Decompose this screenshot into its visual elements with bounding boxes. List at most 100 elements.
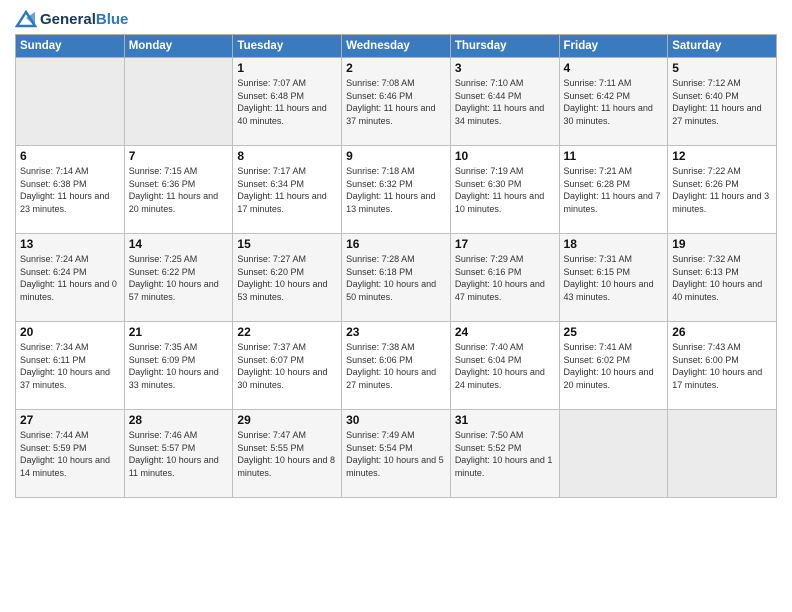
day-info: Sunrise: 7:32 AM Sunset: 6:13 PM Dayligh… xyxy=(672,253,772,303)
calendar-week-1: 1 Sunrise: 7:07 AM Sunset: 6:48 PM Daylig… xyxy=(16,58,777,146)
calendar-cell xyxy=(16,58,125,146)
weekday-header-friday: Friday xyxy=(559,35,668,58)
day-info: Sunrise: 7:27 AM Sunset: 6:20 PM Dayligh… xyxy=(237,253,337,303)
page: GeneralBlue SundayMondayTuesdayWednesday… xyxy=(0,0,792,612)
day-info: Sunrise: 7:14 AM Sunset: 6:38 PM Dayligh… xyxy=(20,165,120,215)
calendar-cell: 4 Sunrise: 7:11 AM Sunset: 6:42 PM Daylig… xyxy=(559,58,668,146)
calendar-week-5: 27 Sunrise: 7:44 AM Sunset: 5:59 PM Dayli… xyxy=(16,410,777,498)
calendar-cell: 15 Sunrise: 7:27 AM Sunset: 6:20 PM Dayli… xyxy=(233,234,342,322)
day-number: 22 xyxy=(237,325,337,339)
calendar-cell: 24 Sunrise: 7:40 AM Sunset: 6:04 PM Dayli… xyxy=(450,322,559,410)
day-info: Sunrise: 7:19 AM Sunset: 6:30 PM Dayligh… xyxy=(455,165,555,215)
calendar-cell: 30 Sunrise: 7:49 AM Sunset: 5:54 PM Dayli… xyxy=(342,410,451,498)
calendar-cell: 13 Sunrise: 7:24 AM Sunset: 6:24 PM Dayli… xyxy=(16,234,125,322)
calendar-cell: 16 Sunrise: 7:28 AM Sunset: 6:18 PM Dayli… xyxy=(342,234,451,322)
calendar-cell: 10 Sunrise: 7:19 AM Sunset: 6:30 PM Dayli… xyxy=(450,146,559,234)
day-number: 3 xyxy=(455,61,555,75)
day-number: 17 xyxy=(455,237,555,251)
day-info: Sunrise: 7:44 AM Sunset: 5:59 PM Dayligh… xyxy=(20,429,120,479)
day-info: Sunrise: 7:07 AM Sunset: 6:48 PM Dayligh… xyxy=(237,77,337,127)
day-info: Sunrise: 7:24 AM Sunset: 6:24 PM Dayligh… xyxy=(20,253,120,303)
calendar-cell: 27 Sunrise: 7:44 AM Sunset: 5:59 PM Dayli… xyxy=(16,410,125,498)
calendar-cell: 22Sunrise: 7:37 AM Sunset: 6:07 PM Dayli… xyxy=(233,322,342,410)
day-info: Sunrise: 7:11 AM Sunset: 6:42 PM Dayligh… xyxy=(564,77,664,127)
day-number: 7 xyxy=(129,149,229,163)
calendar-cell xyxy=(559,410,668,498)
day-info: Sunrise: 7:17 AM Sunset: 6:34 PM Dayligh… xyxy=(237,165,337,215)
weekday-header-monday: Monday xyxy=(124,35,233,58)
day-number: 12 xyxy=(672,149,772,163)
calendar-cell: 7 Sunrise: 7:15 AM Sunset: 6:36 PM Daylig… xyxy=(124,146,233,234)
header: GeneralBlue xyxy=(15,10,777,28)
day-info: Sunrise: 7:21 AM Sunset: 6:28 PM Dayligh… xyxy=(564,165,664,215)
weekday-header-wednesday: Wednesday xyxy=(342,35,451,58)
day-info: Sunrise: 7:46 AM Sunset: 5:57 PM Dayligh… xyxy=(129,429,229,479)
day-info: Sunrise: 7:10 AM Sunset: 6:44 PM Dayligh… xyxy=(455,77,555,127)
weekday-header-thursday: Thursday xyxy=(450,35,559,58)
day-number: 2 xyxy=(346,61,446,75)
calendar-week-2: 6 Sunrise: 7:14 AM Sunset: 6:38 PM Daylig… xyxy=(16,146,777,234)
day-info: Sunrise: 7:12 AM Sunset: 6:40 PM Dayligh… xyxy=(672,77,772,127)
day-number: 30 xyxy=(346,413,446,427)
day-number: 4 xyxy=(564,61,664,75)
day-number: 23 xyxy=(346,325,446,339)
day-number: 19 xyxy=(672,237,772,251)
day-info: Sunrise: 7:28 AM Sunset: 6:18 PM Dayligh… xyxy=(346,253,446,303)
day-info: Sunrise: 7:31 AM Sunset: 6:15 PM Dayligh… xyxy=(564,253,664,303)
calendar-cell: 20Sunrise: 7:34 AM Sunset: 6:11 PM Dayli… xyxy=(16,322,125,410)
day-number: 21 xyxy=(129,325,229,339)
day-number: 28 xyxy=(129,413,229,427)
calendar-cell: 2 Sunrise: 7:08 AM Sunset: 6:46 PM Daylig… xyxy=(342,58,451,146)
day-number: 26 xyxy=(672,325,772,339)
day-number: 6 xyxy=(20,149,120,163)
calendar-cell: 23Sunrise: 7:38 AM Sunset: 6:06 PM Dayli… xyxy=(342,322,451,410)
day-number: 24 xyxy=(455,325,555,339)
day-number: 29 xyxy=(237,413,337,427)
calendar-cell: 29Sunrise: 7:47 AM Sunset: 5:55 PM Dayli… xyxy=(233,410,342,498)
day-info: Sunrise: 7:35 AM Sunset: 6:09 PM Dayligh… xyxy=(129,341,229,391)
calendar-cell: 25Sunrise: 7:41 AM Sunset: 6:02 PM Dayli… xyxy=(559,322,668,410)
logo-text: GeneralBlue xyxy=(40,11,128,28)
calendar-cell: 31 Sunrise: 7:50 AM Sunset: 5:52 PM Dayli… xyxy=(450,410,559,498)
day-number: 15 xyxy=(237,237,337,251)
calendar-week-3: 13 Sunrise: 7:24 AM Sunset: 6:24 PM Dayli… xyxy=(16,234,777,322)
calendar-cell: 11Sunrise: 7:21 AM Sunset: 6:28 PM Dayli… xyxy=(559,146,668,234)
day-info: Sunrise: 7:29 AM Sunset: 6:16 PM Dayligh… xyxy=(455,253,555,303)
weekday-header-saturday: Saturday xyxy=(668,35,777,58)
day-number: 9 xyxy=(346,149,446,163)
calendar-cell: 1 Sunrise: 7:07 AM Sunset: 6:48 PM Daylig… xyxy=(233,58,342,146)
day-number: 27 xyxy=(20,413,120,427)
day-number: 10 xyxy=(455,149,555,163)
calendar-cell: 6 Sunrise: 7:14 AM Sunset: 6:38 PM Daylig… xyxy=(16,146,125,234)
day-info: Sunrise: 7:22 AM Sunset: 6:26 PM Dayligh… xyxy=(672,165,772,215)
calendar-table: SundayMondayTuesdayWednesdayThursdayFrid… xyxy=(15,34,777,498)
day-number: 18 xyxy=(564,237,664,251)
day-info: Sunrise: 7:49 AM Sunset: 5:54 PM Dayligh… xyxy=(346,429,446,479)
weekday-header-sunday: Sunday xyxy=(16,35,125,58)
calendar-cell: 14 Sunrise: 7:25 AM Sunset: 6:22 PM Dayli… xyxy=(124,234,233,322)
day-number: 1 xyxy=(237,61,337,75)
calendar-week-4: 20Sunrise: 7:34 AM Sunset: 6:11 PM Dayli… xyxy=(16,322,777,410)
day-info: Sunrise: 7:25 AM Sunset: 6:22 PM Dayligh… xyxy=(129,253,229,303)
calendar-cell: 18 Sunrise: 7:31 AM Sunset: 6:15 PM Dayli… xyxy=(559,234,668,322)
calendar-cell: 28 Sunrise: 7:46 AM Sunset: 5:57 PM Dayli… xyxy=(124,410,233,498)
calendar-cell: 17 Sunrise: 7:29 AM Sunset: 6:16 PM Dayli… xyxy=(450,234,559,322)
day-info: Sunrise: 7:40 AM Sunset: 6:04 PM Dayligh… xyxy=(455,341,555,391)
day-info: Sunrise: 7:50 AM Sunset: 5:52 PM Dayligh… xyxy=(455,429,555,479)
day-info: Sunrise: 7:34 AM Sunset: 6:11 PM Dayligh… xyxy=(20,341,120,391)
calendar-cell xyxy=(124,58,233,146)
calendar-cell: 3 Sunrise: 7:10 AM Sunset: 6:44 PM Daylig… xyxy=(450,58,559,146)
calendar-cell: 9Sunrise: 7:18 AM Sunset: 6:32 PM Daylig… xyxy=(342,146,451,234)
day-number: 8 xyxy=(237,149,337,163)
day-info: Sunrise: 7:08 AM Sunset: 6:46 PM Dayligh… xyxy=(346,77,446,127)
day-number: 25 xyxy=(564,325,664,339)
calendar-cell: 8 Sunrise: 7:17 AM Sunset: 6:34 PM Daylig… xyxy=(233,146,342,234)
weekday-header-tuesday: Tuesday xyxy=(233,35,342,58)
day-number: 13 xyxy=(20,237,120,251)
day-number: 14 xyxy=(129,237,229,251)
day-info: Sunrise: 7:15 AM Sunset: 6:36 PM Dayligh… xyxy=(129,165,229,215)
calendar-cell: 26 Sunrise: 7:43 AM Sunset: 6:00 PM Dayli… xyxy=(668,322,777,410)
day-info: Sunrise: 7:43 AM Sunset: 6:00 PM Dayligh… xyxy=(672,341,772,391)
day-number: 16 xyxy=(346,237,446,251)
day-number: 31 xyxy=(455,413,555,427)
